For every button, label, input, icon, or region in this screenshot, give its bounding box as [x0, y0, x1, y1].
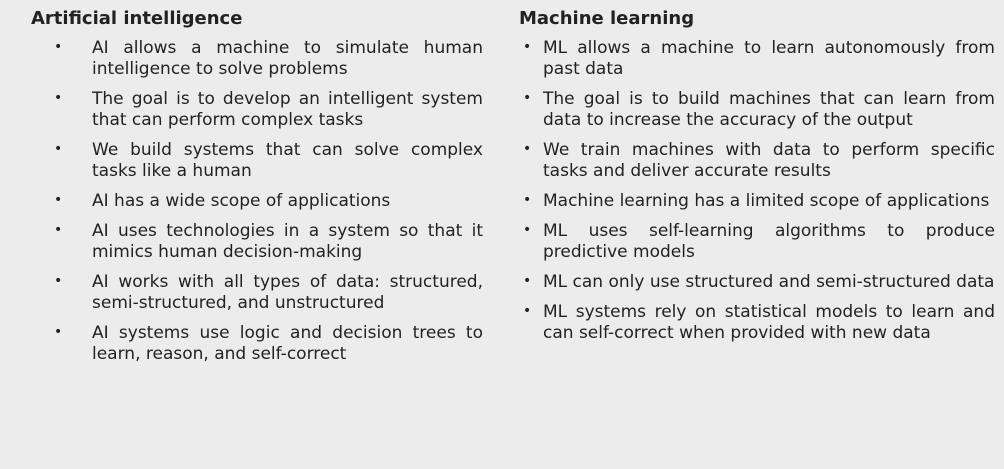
comparison-page: Artificial intelligence • AI allows a mac…: [0, 0, 1004, 469]
bullet-icon: •: [54, 192, 63, 208]
bullet-icon: •: [523, 90, 532, 106]
list-item: • The goal is to develop an intelligent s…: [54, 89, 483, 130]
list-item: • AI has a wide scope of applications: [54, 191, 391, 211]
bullet-icon: •: [54, 90, 63, 106]
list-item: • ML allows a machine to learn autonomous…: [523, 38, 995, 79]
bullet-icon: •: [54, 222, 63, 238]
bullet-icon: •: [523, 303, 532, 319]
bullet-icon: •: [54, 141, 63, 157]
ai-bullet-list: • AI allows a machine to simulate human i…: [31, 38, 483, 365]
ml-column: Machine learning • ML allows a machine to…: [519, 6, 995, 353]
list-item: • We build systems that can solve complex…: [54, 140, 483, 181]
bullet-icon: •: [523, 141, 532, 157]
list-item: • We train machines with data to perform …: [523, 140, 995, 181]
bullet-icon: •: [523, 273, 532, 289]
list-item: • ML systems rely on statistical models t…: [523, 302, 995, 343]
bullet-icon: •: [54, 324, 63, 340]
list-item: • AI allows a machine to simulate human i…: [54, 38, 483, 79]
bullet-icon: •: [523, 192, 532, 208]
list-item: • ML uses self-learning algorithms to pro…: [523, 221, 995, 262]
ml-bullet-list: • ML allows a machine to learn autonomous…: [519, 38, 995, 344]
bullet-icon: •: [54, 39, 63, 55]
list-item: • Machine learning has a limited scope of…: [523, 191, 990, 211]
bullet-icon: •: [523, 39, 532, 55]
ai-column: Artificial intelligence • AI allows a mac…: [31, 6, 483, 374]
list-item: • ML can only use structured and semi-str…: [523, 272, 995, 292]
bullet-icon: •: [54, 273, 63, 289]
bullet-icon: •: [523, 222, 532, 238]
list-item: • AI systems use logic and decision trees…: [54, 323, 483, 364]
list-item: • The goal is to build machines that can …: [523, 89, 995, 130]
ml-column-title: Machine learning: [519, 8, 695, 29]
list-item: • AI works with all types of data: struct…: [54, 272, 483, 313]
list-item: • AI uses technologies in a system so tha…: [54, 221, 483, 262]
ai-column-title: Artificial intelligence: [31, 8, 243, 29]
